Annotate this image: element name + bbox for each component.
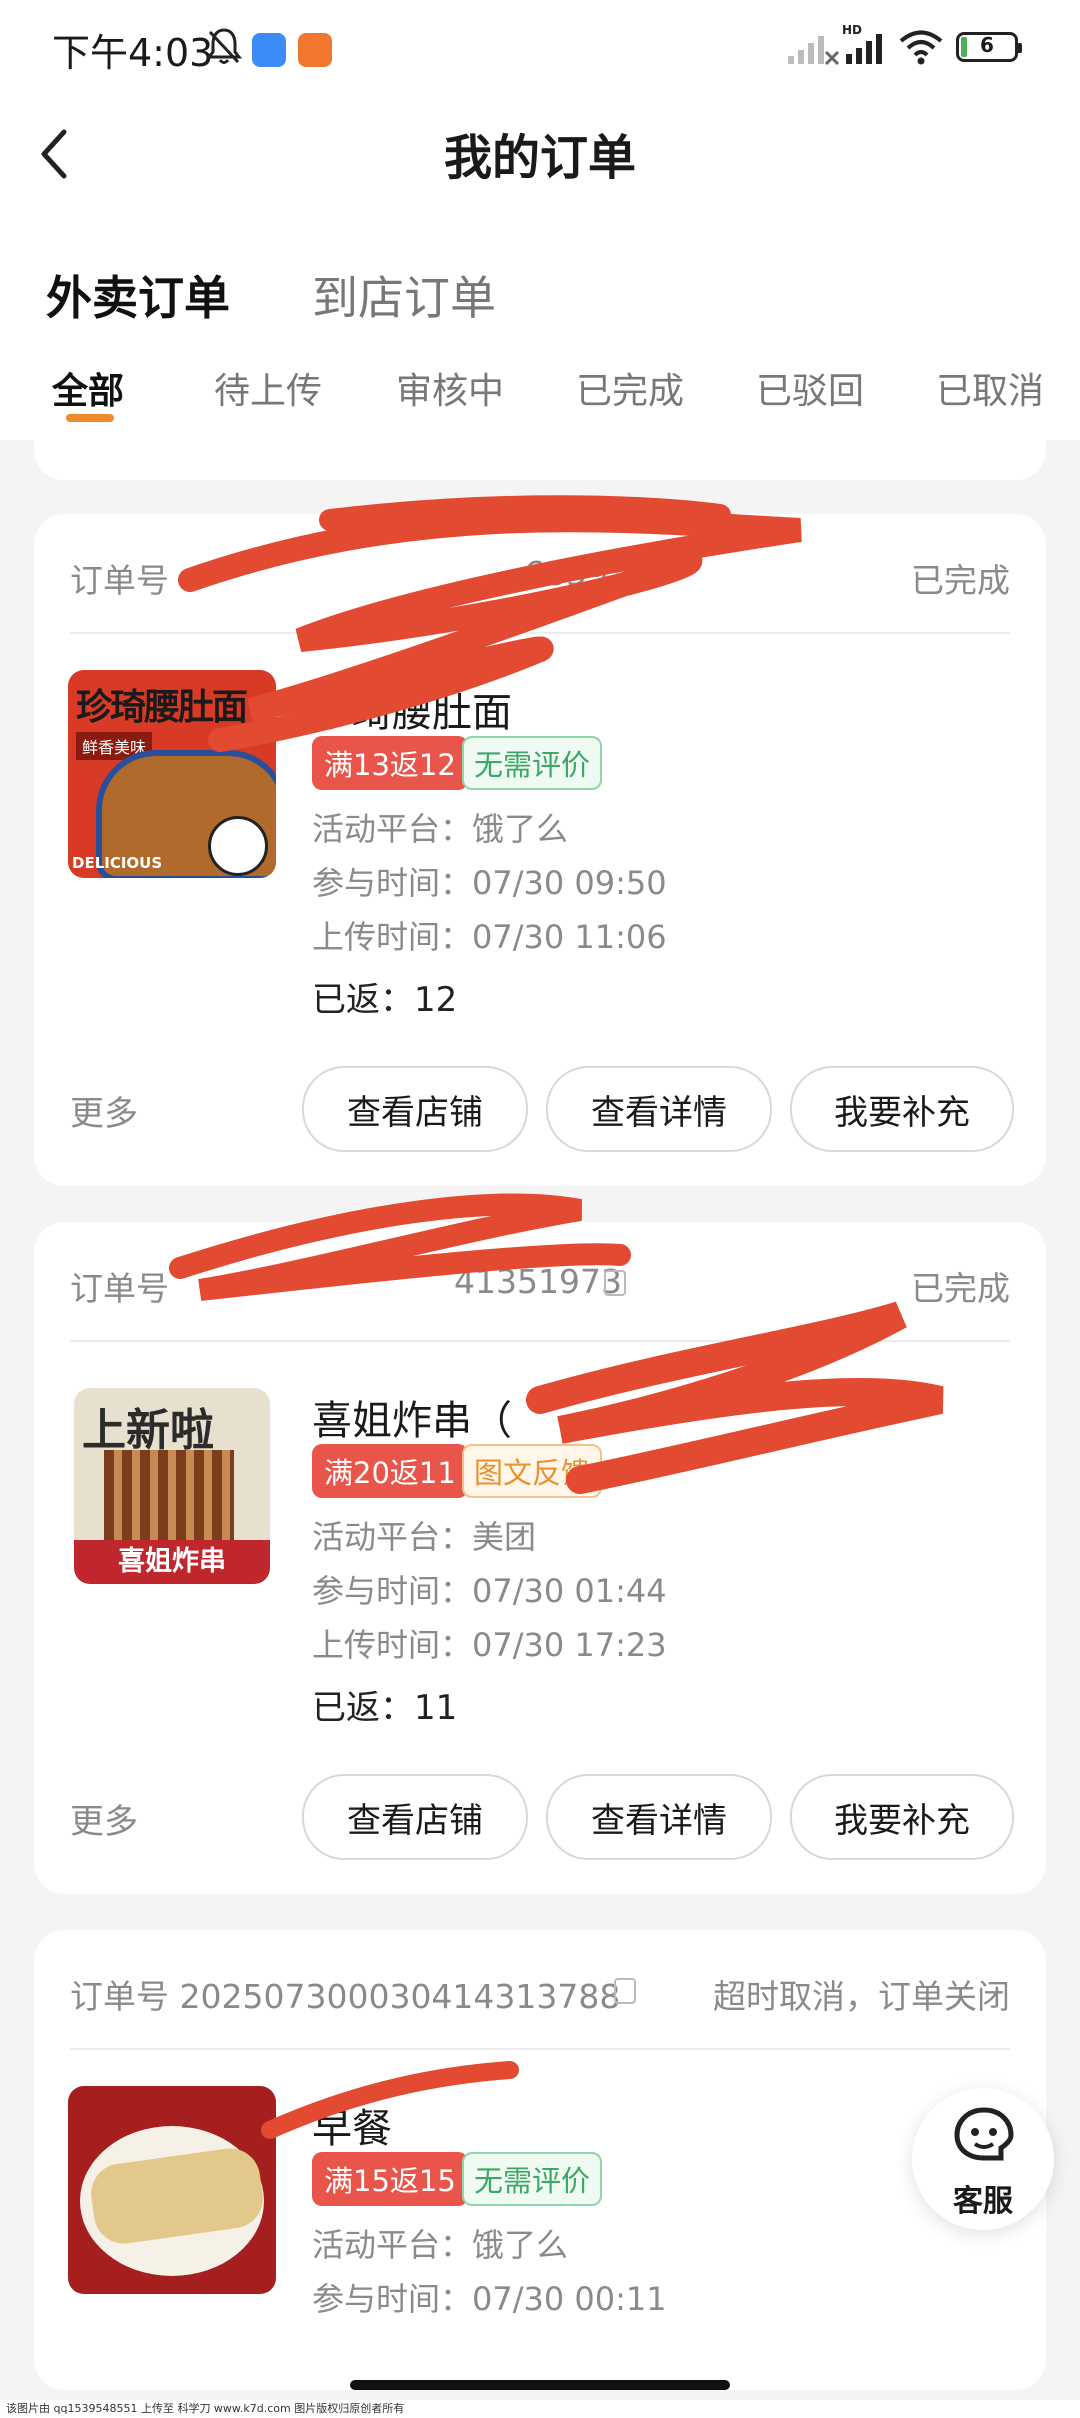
service-label: 客服	[953, 2184, 1013, 2219]
redaction-scribble	[169, 495, 944, 2139]
watermark-footer: 该图片由 qq1539548551 上传至 科学刀 www.k7d.com 图片…	[0, 2400, 1080, 2418]
customer-service-button[interactable]: 客服	[912, 2088, 1054, 2230]
service-face-icon	[953, 2106, 1015, 2168]
home-indicator[interactable]	[350, 2380, 730, 2390]
